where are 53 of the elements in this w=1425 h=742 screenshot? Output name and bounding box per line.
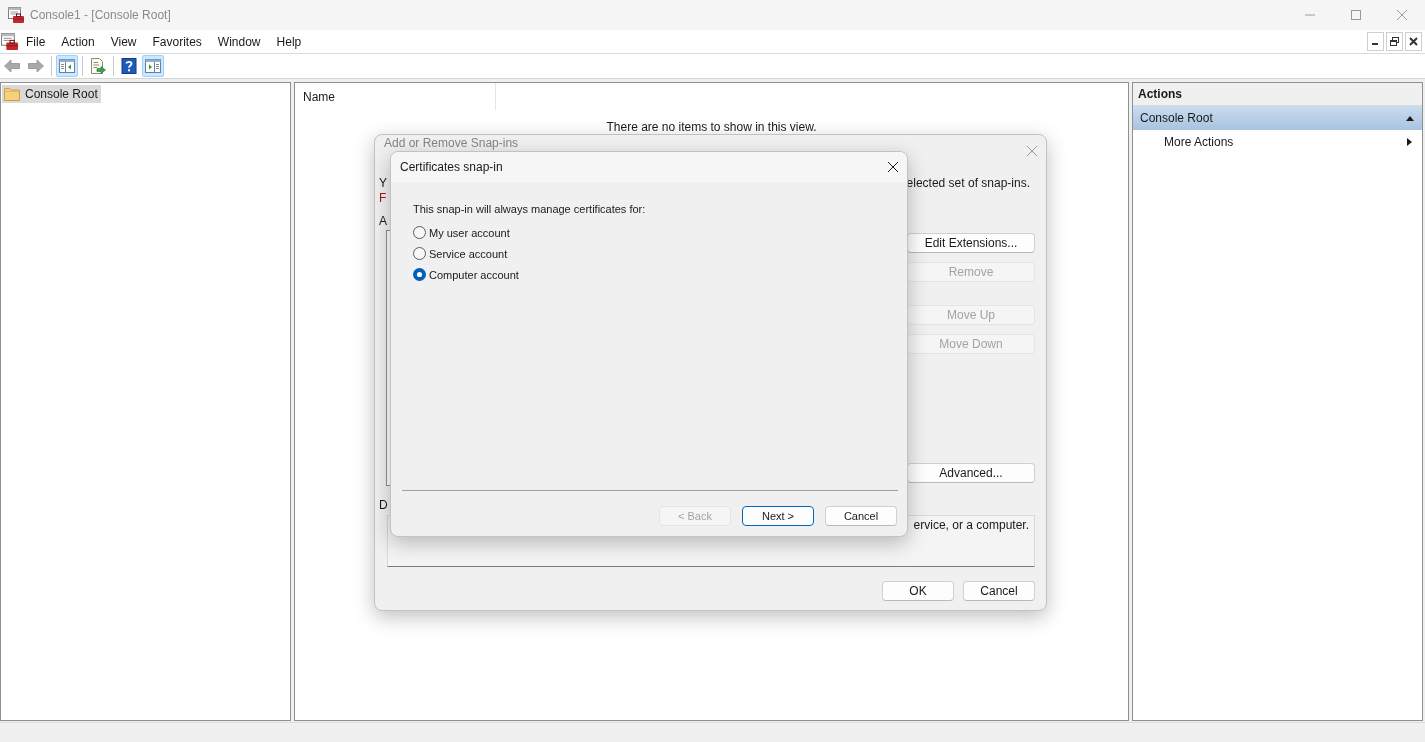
left-pane-window-icon — [59, 58, 75, 74]
dialog-title: Add or Remove Snap-ins — [384, 136, 519, 150]
dialog-button[interactable]: Cancel — [825, 506, 897, 526]
radio-icon[interactable] — [413, 247, 426, 260]
dialog-text: A — [379, 214, 387, 229]
document-arrow-icon — [90, 58, 106, 74]
menu-item[interactable]: View — [102, 32, 145, 51]
restore-button[interactable] — [1386, 32, 1403, 51]
empty-message: There are no items to show in this view. — [606, 120, 817, 134]
help-icon — [121, 58, 137, 74]
section-header[interactable]: Console Root — [1133, 106, 1422, 130]
right-arrow-icon — [28, 58, 44, 74]
minimize-button[interactable] — [1367, 32, 1384, 51]
radio-option[interactable]: Computer account — [413, 268, 519, 281]
radio-option[interactable]: Service account — [413, 247, 508, 260]
pane-toggle-button[interactable] — [142, 55, 164, 77]
action-item[interactable]: More Actions — [1133, 130, 1422, 154]
dialog-button[interactable]: Cancel — [963, 581, 1035, 601]
menu-item[interactable]: Help — [268, 32, 310, 51]
folder-icon — [4, 87, 20, 101]
prompt-text: This snap-in will always manage certificates for: — [413, 203, 646, 216]
radio-icon[interactable] — [413, 268, 426, 281]
restore-icon — [1390, 37, 1399, 46]
menu-item[interactable]: Action — [53, 32, 103, 51]
window-title: Console1 - [Console Root] — [30, 8, 171, 22]
pane-title: Actions — [1133, 83, 1422, 106]
help-button[interactable] — [118, 55, 140, 77]
dialog-button[interactable]: Edit Extensions... — [907, 233, 1035, 253]
right-pane-window-icon — [145, 58, 161, 74]
close-icon — [1397, 10, 1407, 20]
menu-item[interactable]: Favorites — [144, 32, 210, 51]
tree-item[interactable]: Console Root — [2, 85, 101, 103]
toolbox-icon[interactable] — [1, 33, 18, 50]
toolbox-icon — [8, 7, 24, 23]
radio-icon[interactable] — [413, 226, 426, 239]
dialog-text: elected set of snap-ins. — [906, 176, 1030, 191]
tree-toggle-button[interactable] — [56, 55, 78, 77]
menu-item[interactable]: Window — [209, 32, 269, 51]
close-icon — [1409, 37, 1418, 46]
close-icon[interactable] — [888, 162, 898, 172]
maximize-icon — [1351, 10, 1361, 20]
dialog-title: Certificates snap-in — [400, 160, 503, 174]
dialog-text: F — [379, 191, 387, 206]
close-button[interactable] — [1405, 32, 1422, 51]
dialog-text: D — [379, 498, 388, 513]
dialog-text: Y — [379, 176, 387, 191]
info-text: ervice, or a computer. — [913, 518, 1029, 533]
dialog-button[interactable]: Advanced... — [907, 463, 1035, 483]
menu-item[interactable]: File — [18, 32, 54, 51]
left-arrow-icon — [4, 58, 20, 74]
dialog-button[interactable]: Next > — [742, 506, 814, 526]
dialog-button[interactable]: OK — [882, 581, 954, 601]
radio-option[interactable]: My user account — [413, 226, 510, 239]
